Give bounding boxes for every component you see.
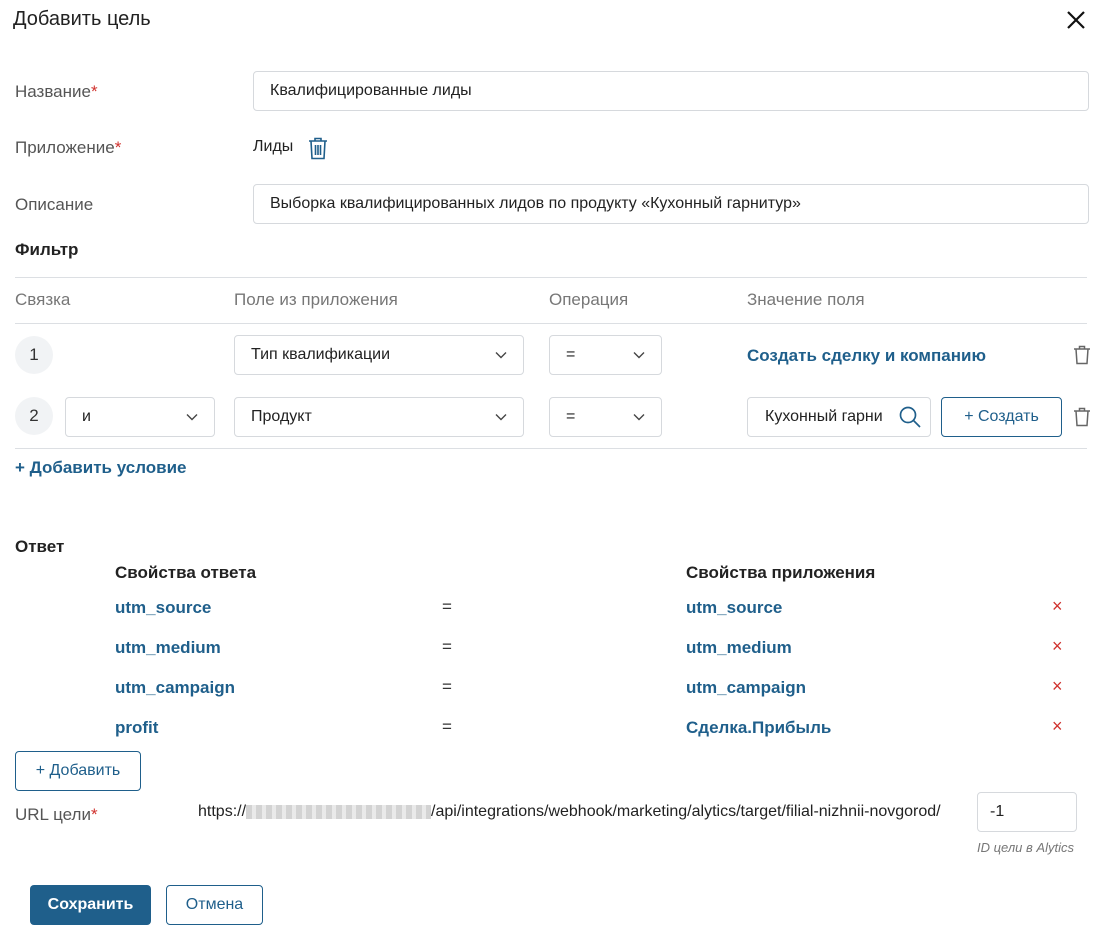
cancel-button[interactable]: Отмена — [166, 885, 263, 925]
trash-icon[interactable] — [1073, 345, 1091, 365]
target-id-hint: ID цели в Alytics — [977, 840, 1074, 855]
value-search-input[interactable]: Кухонный гарни — [747, 397, 931, 437]
response-prop-link[interactable]: utm_medium — [115, 638, 221, 658]
target-id-input[interactable]: -1 — [977, 792, 1077, 832]
link-select[interactable]: и — [65, 397, 215, 437]
trash-icon[interactable] — [308, 137, 328, 160]
trash-icon[interactable] — [1073, 407, 1091, 427]
response-title: Ответ — [15, 537, 65, 556]
remove-icon[interactable]: × — [1052, 596, 1063, 617]
equals-sign: = — [442, 677, 452, 696]
save-button[interactable]: Сохранить — [30, 885, 151, 925]
link-select-value: и — [82, 408, 91, 425]
operation-select-value: = — [566, 346, 576, 363]
url-path: /api/integrations/webhook/marketing/alyt… — [431, 803, 941, 820]
row-number: 1 — [15, 336, 53, 374]
field-select[interactable]: Продукт — [234, 397, 524, 437]
filter-title: Фильтр — [15, 240, 79, 259]
chevron-down-icon — [495, 352, 507, 359]
operation-select[interactable]: = — [549, 397, 662, 437]
chevron-down-icon — [633, 414, 645, 421]
desc-input[interactable]: Выборка квалифицированных лидов по проду… — [253, 184, 1089, 224]
app-props-header: Свойства приложения — [686, 563, 876, 582]
app-prop-link[interactable]: utm_campaign — [686, 678, 806, 698]
value-link[interactable]: Создать сделку и компанию — [747, 346, 986, 366]
operation-select-value: = — [566, 408, 576, 425]
row-number: 2 — [15, 397, 53, 435]
chevron-down-icon — [495, 414, 507, 421]
target-id-value: -1 — [990, 803, 1005, 820]
equals-sign: = — [442, 597, 452, 616]
name-input[interactable]: Квалифицированные лиды — [253, 71, 1089, 111]
name-input-value: Квалифицированные лиды — [270, 82, 472, 99]
response-prop-link[interactable]: profit — [115, 718, 158, 738]
filter-divider-header — [15, 323, 1087, 324]
remove-icon[interactable]: × — [1052, 676, 1063, 697]
url-label: URL цели* — [15, 805, 98, 824]
operation-select[interactable]: = — [549, 335, 662, 375]
col-field: Поле из приложения — [234, 290, 398, 309]
field-select-value: Тип квалификации — [251, 346, 390, 363]
add-condition-link[interactable]: + Добавить условие — [15, 458, 187, 478]
col-operation: Операция — [549, 290, 629, 309]
desc-label: Описание — [15, 195, 94, 214]
equals-sign: = — [442, 637, 452, 656]
create-button[interactable]: + Создать — [941, 397, 1062, 437]
close-icon[interactable] — [1064, 8, 1088, 32]
remove-icon[interactable]: × — [1052, 636, 1063, 657]
filter-divider-bottom — [15, 448, 1087, 449]
remove-icon[interactable]: × — [1052, 716, 1063, 737]
url-text: https:// /api/integrations/webhook/market… — [198, 803, 941, 821]
col-link: Связка — [15, 290, 71, 309]
chevron-down-icon — [633, 352, 645, 359]
response-prop-link[interactable]: utm_campaign — [115, 678, 235, 698]
add-response-button[interactable]: + Добавить — [15, 751, 141, 791]
app-prop-link[interactable]: Сделка.Прибыль — [686, 718, 831, 738]
chevron-down-icon — [186, 414, 198, 421]
search-icon[interactable] — [898, 405, 922, 429]
app-value: Лиды — [253, 138, 294, 155]
filter-divider-top — [15, 277, 1087, 278]
app-prop-link[interactable]: utm_medium — [686, 638, 792, 658]
col-value: Значение поля — [747, 290, 865, 309]
response-prop-link[interactable]: utm_source — [115, 598, 211, 618]
field-select-value: Продукт — [251, 408, 312, 425]
name-label: Название* — [15, 82, 98, 101]
value-search-text: Кухонный гарни — [765, 408, 883, 425]
redacted-host — [246, 805, 432, 819]
equals-sign: = — [442, 717, 452, 736]
field-select[interactable]: Тип квалификации — [234, 335, 524, 375]
app-prop-link[interactable]: utm_source — [686, 598, 782, 618]
desc-input-value: Выборка квалифицированных лидов по проду… — [270, 195, 801, 212]
dialog-title: Добавить цель — [13, 8, 151, 30]
response-props-header: Свойства ответа — [115, 563, 257, 582]
app-label: Приложение* — [15, 138, 122, 157]
url-prefix: https:// — [198, 803, 247, 820]
